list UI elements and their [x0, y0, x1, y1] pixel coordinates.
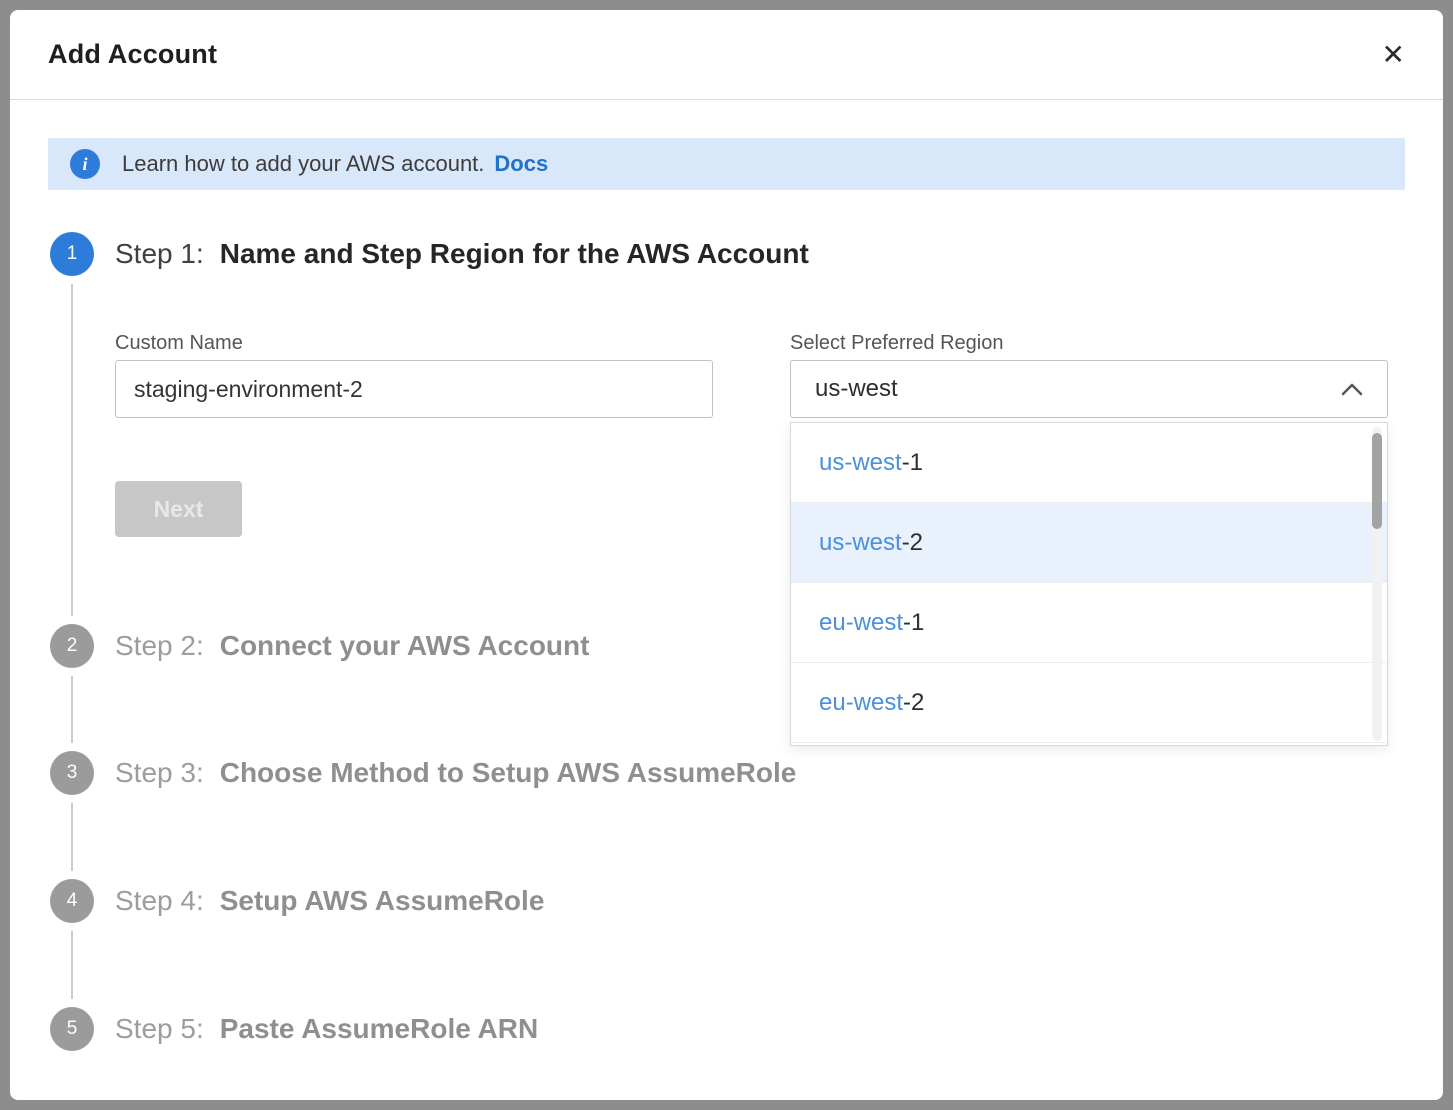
step-5-circle: 5	[50, 1007, 94, 1051]
region-dropdown: us-west-1 us-west-2 eu-west-1 eu-west-2	[790, 422, 1388, 746]
step-connector-3-4	[71, 803, 73, 871]
add-account-modal: Add Account ✕ i Learn how to add your AW…	[10, 10, 1443, 1100]
step-2-prefix: Step 2:	[115, 630, 204, 662]
step-3-circle: 3	[50, 751, 94, 795]
step-5-number: 5	[67, 1018, 78, 1040]
region-option-eu-west-1[interactable]: eu-west-1	[791, 583, 1387, 663]
step-2-number: 2	[67, 635, 78, 657]
region-option-eu-west-2[interactable]: eu-west-2	[791, 663, 1387, 743]
region-select-value: us-west	[815, 375, 898, 403]
step-2-title: Connect your AWS Account	[220, 630, 590, 662]
option-match-text: eu-west	[819, 609, 903, 637]
close-icon[interactable]: ✕	[1382, 41, 1405, 69]
region-label: Select Preferred Region	[790, 332, 1003, 354]
region-option-us-west-2[interactable]: us-west-2	[791, 503, 1387, 583]
info-banner: i Learn how to add your AWS account. Doc…	[48, 138, 1405, 190]
info-icon: i	[70, 149, 100, 179]
step-5-prefix: Step 5:	[115, 1013, 204, 1045]
option-rest-text: -2	[903, 689, 924, 717]
docs-link[interactable]: Docs	[494, 151, 548, 177]
step-4-heading: Step 4: Setup AWS AssumeRole	[115, 879, 544, 923]
next-button[interactable]: Next	[115, 481, 242, 537]
dropdown-scrollbar-track	[1372, 427, 1382, 741]
step-4-title: Setup AWS AssumeRole	[220, 885, 545, 917]
option-match-text: us-west	[819, 529, 902, 557]
step-3-number: 3	[67, 762, 78, 784]
step-2-circle: 2	[50, 624, 94, 668]
option-rest-text: -2	[902, 529, 923, 557]
step-5-title: Paste AssumeRole ARN	[220, 1013, 538, 1045]
step-4-circle: 4	[50, 879, 94, 923]
region-select[interactable]: us-west	[790, 360, 1388, 418]
step-1-prefix: Step 1:	[115, 238, 204, 270]
step-3-title: Choose Method to Setup AWS AssumeRole	[220, 757, 797, 789]
step-1-number: 1	[67, 243, 78, 265]
step-connector-4-5	[71, 931, 73, 999]
step-5-heading: Step 5: Paste AssumeRole ARN	[115, 1007, 538, 1051]
banner-text: Learn how to add your AWS account.	[122, 151, 484, 177]
option-match-text: us-west	[819, 449, 902, 477]
custom-name-input[interactable]	[115, 360, 713, 418]
step-connector-1-2	[71, 284, 73, 616]
step-1-title: Name and Step Region for the AWS Account	[220, 238, 809, 270]
step-3-heading: Step 3: Choose Method to Setup AWS Assum…	[115, 751, 796, 795]
option-rest-text: -1	[903, 609, 924, 637]
step-2-heading: Step 2: Connect your AWS Account	[115, 624, 589, 668]
step-1-heading: Step 1: Name and Step Region for the AWS…	[115, 232, 809, 276]
dropdown-scrollbar-thumb[interactable]	[1372, 433, 1382, 529]
chevron-up-icon	[1341, 383, 1363, 396]
step-3-prefix: Step 3:	[115, 757, 204, 789]
step-4-number: 4	[67, 890, 78, 912]
option-rest-text: -1	[902, 449, 923, 477]
step-1-circle: 1	[50, 232, 94, 276]
step-connector-2-3	[71, 676, 73, 743]
custom-name-label: Custom Name	[115, 332, 243, 354]
option-match-text: eu-west	[819, 689, 903, 717]
page-title: Add Account	[48, 39, 217, 70]
modal-header: Add Account ✕	[10, 10, 1443, 100]
region-option-us-west-1[interactable]: us-west-1	[791, 423, 1387, 503]
step-4-prefix: Step 4:	[115, 885, 204, 917]
